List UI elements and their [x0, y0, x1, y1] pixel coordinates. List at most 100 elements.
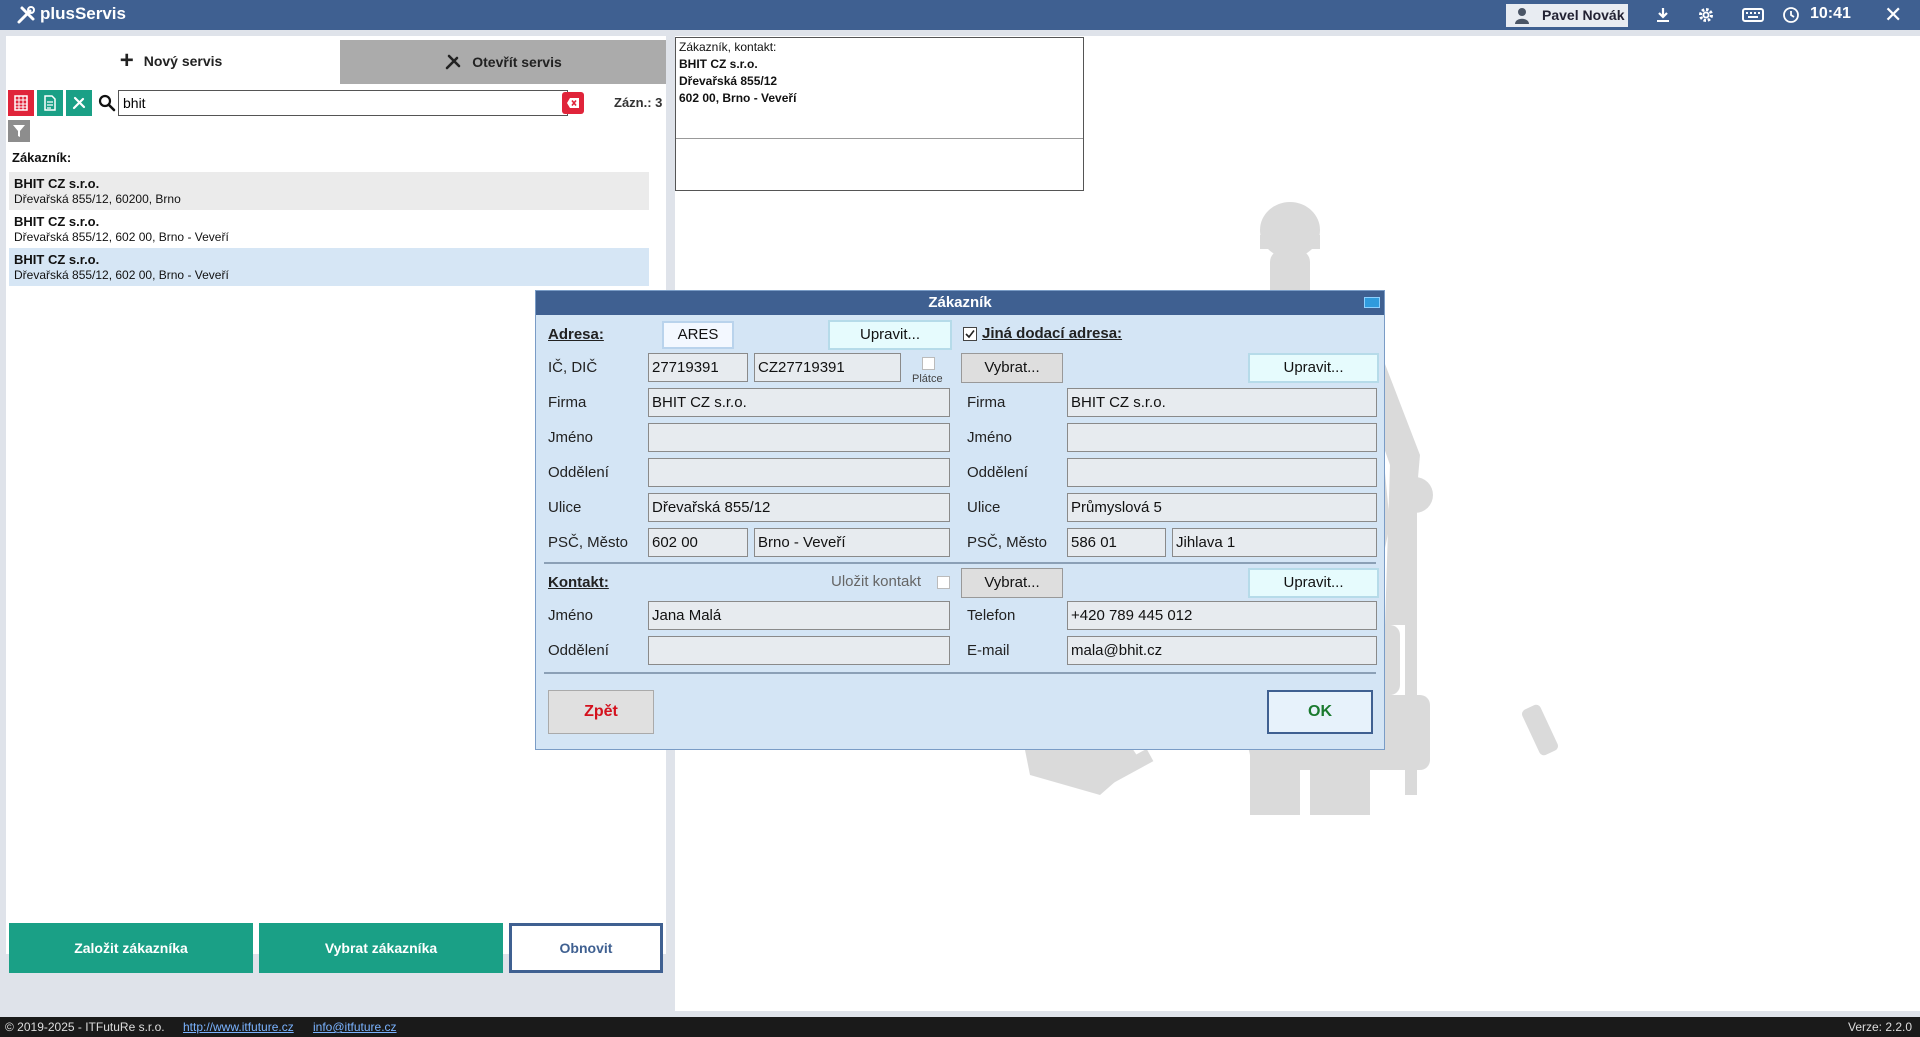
select-contact-button[interactable]: Vybrat... [961, 568, 1063, 598]
customer-dialog: Zákazník Adresa: ARES Upravit... Jiná do… [535, 290, 1385, 750]
search-field [118, 90, 568, 116]
document-button[interactable] [37, 90, 63, 116]
telefon-label: Telefon [967, 607, 1016, 624]
save-contact-checkbox[interactable] [937, 576, 950, 589]
refresh-button[interactable]: Obnovit [509, 923, 663, 973]
ic-field[interactable]: 27719391 [648, 353, 748, 382]
download-icon[interactable] [1654, 6, 1672, 24]
payer-checkbox[interactable] [922, 357, 935, 370]
section-divider [544, 562, 1376, 564]
ic-dic-label: IČ, DIČ [548, 359, 598, 376]
other-delivery-checkbox[interactable] [963, 327, 977, 341]
back-button[interactable]: Zpět [548, 690, 654, 734]
billing-name-field[interactable] [648, 423, 950, 452]
dic-field[interactable]: CZ27719391 [754, 353, 901, 382]
website-link[interactable]: http://www.itfuture.cz [183, 1017, 294, 1037]
customer-address: Dřevařská 855/12, 602 00, Brno - Veveří [14, 268, 229, 282]
delivery-city-field[interactable]: Jihlava 1 [1172, 528, 1377, 557]
customer-name: BHIT CZ s.r.o. [14, 214, 100, 229]
ok-button[interactable]: OK [1267, 690, 1373, 734]
filter-icon [13, 125, 25, 137]
delivery-name-field[interactable] [1067, 423, 1377, 452]
create-customer-button[interactable]: Založit zákazníka [9, 923, 253, 973]
jmeno-label: Jméno [548, 429, 594, 446]
list-item-selected[interactable]: BHIT CZ s.r.o. Dřevařská 855/12, 602 00,… [9, 248, 649, 286]
footer: © 2019-2025 - ITFutuRe s.r.o. http://www… [0, 1017, 1920, 1037]
version: Verze: 2.2.0 [1848, 1020, 1913, 1034]
list-item[interactable]: BHIT CZ s.r.o. Dřevařská 855/12, 602 00,… [9, 210, 649, 248]
clear-search-button[interactable] [562, 92, 584, 114]
customer-name: BHIT CZ s.r.o. [14, 176, 100, 191]
edit-delivery-button[interactable]: Upravit... [1248, 353, 1379, 383]
delivery-firma-label: Firma [967, 394, 1006, 411]
customer-list-label: Zákazník: [12, 150, 72, 165]
billing-company-field[interactable]: BHIT CZ s.r.o. [648, 388, 950, 417]
select-customer-button[interactable]: Vybrat zákazníka [259, 923, 503, 973]
contact-box-label: Zákazník, kontakt: [679, 40, 777, 54]
search-input[interactable] [123, 93, 563, 113]
save-contact-label: Uložit kontakt [831, 573, 922, 590]
contact-department-field[interactable] [648, 636, 950, 665]
delivery-ulice-label: Ulice [967, 499, 1001, 516]
edit-contact-button[interactable]: Upravit... [1248, 568, 1379, 598]
search-button[interactable] [94, 90, 120, 116]
document-icon [44, 95, 56, 111]
close-icon[interactable]: ✕ [1884, 3, 1902, 27]
grid-icon [14, 95, 28, 111]
delivery-street-field[interactable]: Průmyslová 5 [1067, 493, 1377, 522]
clear-icon [567, 98, 579, 108]
contact-section-label: Kontakt: [548, 574, 609, 591]
delivery-psc-mesto-label: PSČ, Město [967, 534, 1048, 551]
contact-box-name: BHIT CZ s.r.o. [679, 57, 758, 71]
contact-box-city: 602 00, Brno - Veveří [679, 91, 797, 105]
clock-icon [1783, 7, 1799, 23]
email-field[interactable]: mala@bhit.cz [1067, 636, 1377, 665]
contact-name-field[interactable]: Jana Malá [648, 601, 950, 630]
tools-logo-icon [17, 6, 35, 24]
firma-label: Firma [548, 394, 587, 411]
ulice-label: Ulice [548, 499, 582, 516]
contact-oddeleni-label: Oddělení [548, 642, 609, 659]
dialog-header: Zákazník [536, 291, 1384, 315]
search-icon [98, 94, 116, 112]
delivery-zip-field[interactable]: 586 01 [1067, 528, 1166, 557]
contact-box-divider [676, 138, 1083, 139]
tab-open-service[interactable]: Otevřít servis [340, 40, 666, 84]
edit-address-button[interactable]: Upravit... [828, 320, 952, 350]
service-tools-button[interactable] [66, 90, 92, 116]
delivery-department-field[interactable] [1067, 458, 1377, 487]
other-delivery-label: Jiná dodací adresa: [982, 325, 1123, 342]
copyright: © 2019-2025 - ITFutuRe s.r.o. [5, 1020, 165, 1034]
tab-open-service-label: Otevřít servis [472, 54, 562, 70]
phone-field[interactable]: +420 789 445 012 [1067, 601, 1377, 630]
billing-zip-field[interactable]: 602 00 [648, 528, 748, 557]
email-link[interactable]: info@itfuture.cz [313, 1017, 397, 1037]
user-button[interactable]: Pavel Novák [1506, 4, 1628, 27]
customer-contact-box: Zákazník, kontakt: BHIT CZ s.r.o. Dřevař… [675, 37, 1084, 191]
billing-street-field[interactable]: Dřevařská 855/12 [648, 493, 950, 522]
contact-box-street: Dřevařská 855/12 [679, 74, 778, 88]
delivery-company-field[interactable]: BHIT CZ s.r.o. [1067, 388, 1377, 417]
grid-view-button[interactable] [8, 90, 34, 116]
tab-new-service-label: Nový servis [143, 53, 223, 69]
record-count: Zázn.: 3 [614, 95, 663, 110]
dialog-title: Zákazník [928, 294, 992, 311]
title-bar: plusServis Pavel Novák 10:41 ✕ [0, 0, 1920, 30]
select-delivery-button[interactable]: Vybrat... [961, 353, 1063, 383]
keyboard-icon[interactable] [1742, 6, 1764, 24]
billing-city-field[interactable]: Brno - Veveří [754, 528, 950, 557]
customer-address: Dřevařská 855/12, 602 00, Brno - Veveří [14, 230, 229, 244]
oddeleni-label: Oddělení [548, 464, 609, 481]
contact-jmeno-label: Jméno [548, 607, 594, 624]
delivery-jmeno-label: Jméno [967, 429, 1013, 446]
tab-new-service[interactable]: + Nový servis [6, 38, 336, 84]
customer-address: Dřevařská 855/12, 60200, Brno [14, 192, 181, 206]
tools-icon [72, 96, 86, 110]
tools-icon [445, 54, 461, 70]
ares-button[interactable]: ARES [662, 321, 734, 349]
gear-icon[interactable] [1697, 6, 1715, 24]
customer-name: BHIT CZ s.r.o. [14, 252, 100, 267]
list-item[interactable]: BHIT CZ s.r.o. Dřevařská 855/12, 60200, … [9, 172, 649, 210]
billing-department-field[interactable] [648, 458, 950, 487]
filter-button[interactable] [8, 120, 30, 142]
